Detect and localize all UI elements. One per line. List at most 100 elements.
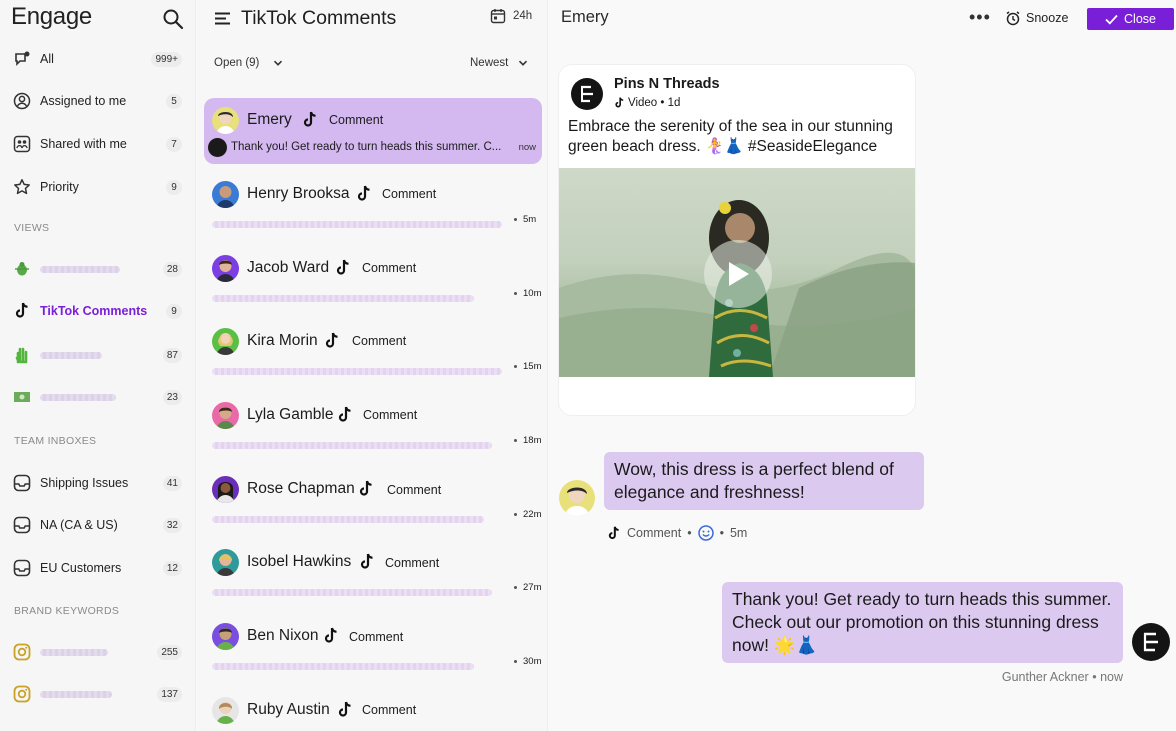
outgoing-reply-bubble: Thank you! Get ready to turn heads this … [722,582,1123,663]
play-button[interactable] [704,240,772,308]
conversation-item[interactable]: Isobel Hawkins Comment 27m [204,540,542,606]
status-filter-value: Open (9) [214,57,260,69]
avatar [212,255,239,282]
incoming-time: 5m [729,526,748,540]
timestamp: 5m [523,214,537,225]
sidebar-item-label: EU Customers [40,561,122,575]
sort-value: Newest [470,57,509,69]
timestamp: now [518,141,536,153]
tiktok-icon [338,406,351,422]
sidebar-item-label: Assigned to me [40,94,127,108]
redacted-preview [212,442,492,449]
snooze-button[interactable]: Snooze [1005,10,1068,26]
count-badge: 23 [162,389,182,405]
avatar [212,181,239,208]
chat-all-icon [12,49,32,69]
agent-name: Gunther Ackner [1001,670,1089,684]
tiktok-icon [324,627,337,643]
count-badge: 7 [166,136,182,152]
tiktok-icon [303,111,316,127]
message-type: Comment [352,334,407,348]
redacted-preview [212,663,474,670]
redacted-label [40,393,116,401]
sidebar-item-label: Priority [40,180,79,194]
star-icon [12,177,32,197]
agent-brand-logo-icon [1132,623,1170,661]
incoming-meta: Comment • • 5m [607,525,747,541]
separator-dot [514,218,517,221]
tiktok-icon [357,185,370,201]
sidebar-item-all[interactable]: All 999+ [0,44,196,74]
sidebar-view-3[interactable]: 87 [0,340,196,370]
incoming-type: Comment [627,526,682,540]
conversation-item-selected[interactable]: Emery Comment Thank you! Get ready to tu… [204,98,542,164]
avatar [212,697,239,724]
sidebar-keyword-1[interactable]: 255 [0,637,196,667]
sidebar-keyword-2[interactable]: 137 [0,679,196,709]
conversation-item[interactable]: Henry Brooksa Comment 5m [204,172,542,238]
sidebar-team-na[interactable]: NA (CA & US) 32 [0,510,196,540]
contact-name: Ruby Austin [247,701,330,718]
message-type: Comment [385,556,440,570]
conversation-item[interactable]: Ruby Austin Comment [204,688,542,731]
instagram-icon [12,684,32,704]
calendar-icon[interactable] [490,8,506,24]
period-selector[interactable]: 24h [513,10,532,22]
redacted-label [40,690,112,698]
post-caption: Embrace the serenity of the sea in our s… [568,118,893,155]
sidebar-view-4[interactable]: 23 [0,382,196,412]
sidebar-item-shared[interactable]: Shared with me 7 [0,129,196,159]
message-type: Comment [349,630,404,644]
brand-logo-icon [571,78,603,110]
conversation-item[interactable]: Lyla Gamble Comment 18m [204,393,542,459]
brand-logo-icon [208,137,227,157]
count-badge: 255 [157,644,182,660]
count-badge: 137 [157,686,182,702]
brand-title: Engage [11,3,92,30]
sidebar-item-priority[interactable]: Priority 9 [0,172,196,202]
more-options-button[interactable]: ••• [969,8,991,26]
sidebar-team-eu[interactable]: EU Customers 12 [0,553,196,583]
conversation-item[interactable]: Kira Morin Comment 15m [204,319,542,385]
conversation-item[interactable]: Rose Chapman Comment 22m [204,467,542,533]
status-filter-dropdown[interactable]: Open (9) [214,57,283,69]
instagram-icon [12,642,32,662]
timestamp: 27m [523,582,542,593]
sidebar-item-label: Shared with me [40,137,127,151]
separator-dot [514,660,517,663]
close-conversation-button[interactable]: Close [1087,8,1174,30]
separator-dot [514,365,517,368]
sidebar-item-label: Shipping Issues [40,476,129,490]
message-snippet: Thank you! Get ready to turn heads this … [208,136,538,158]
contact-name: Henry Brooksa [247,185,350,202]
avatar [212,328,239,355]
sort-dropdown[interactable]: Newest [470,57,528,69]
avatar [212,623,239,650]
conversation-item[interactable]: Ben Nixon Comment 30m [204,614,542,680]
avatar [212,476,239,503]
post-video-thumbnail[interactable] [559,168,915,377]
menu-icon[interactable] [215,12,230,25]
list-title: TikTok Comments [241,7,397,29]
search-icon[interactable] [162,8,184,30]
message-type: Comment [382,187,437,201]
alarm-clock-icon [1006,11,1020,26]
outgoing-time: now [1100,670,1123,684]
sidebar-team-shipping[interactable]: Shipping Issues 41 [0,468,196,498]
count-badge: 28 [162,261,182,277]
timestamp: 22m [523,509,542,520]
separator-dot [514,586,517,589]
sidebar-item-assigned[interactable]: Assigned to me 5 [0,86,196,116]
redacted-preview [212,516,484,523]
conversation-item[interactable]: Jacob Ward Comment 10m [204,246,542,312]
sidebar-view-tiktok-comments[interactable]: TikTok Comments 9 [0,296,196,326]
conversation-detail-panel: Emery ••• Snooze Close Pins N Threads Vi… [549,0,1176,731]
section-team-title: TEAM INBOXES [14,435,97,447]
conversation-list-panel: TikTok Comments 24h Open (9) Newest Emer… [197,0,548,731]
tiktok-icon [608,526,619,539]
outgoing-meta: Gunther Ackner • now [1002,670,1123,684]
message-type: Comment [363,408,418,422]
sidebar-view-1[interactable]: 28 [0,254,196,284]
tiktok-icon [615,97,624,108]
tiktok-icon [338,701,351,717]
